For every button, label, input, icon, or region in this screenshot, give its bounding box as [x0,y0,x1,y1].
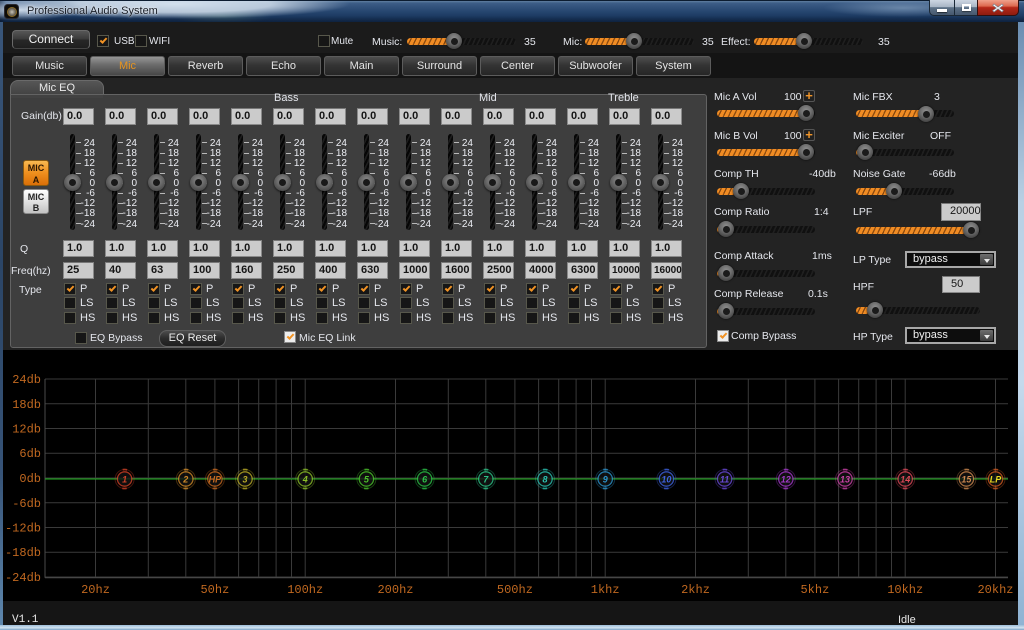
svg-text:-6db: -6db [12,497,41,511]
svg-text:6db: 6db [19,447,41,461]
svg-text:10: 10 [661,475,671,485]
svg-text:2khz: 2khz [681,583,710,597]
svg-text:-24db: -24db [5,571,41,585]
svg-text:1: 1 [122,475,127,485]
svg-text:8: 8 [542,475,547,485]
svg-text:18db: 18db [12,398,41,412]
svg-text:1khz: 1khz [591,583,620,597]
svg-text:0db: 0db [19,472,41,486]
svg-text:-18db: -18db [5,546,41,560]
svg-text:12: 12 [781,475,791,485]
svg-text:20hz: 20hz [81,583,110,597]
svg-text:13: 13 [840,475,850,485]
svg-text:4: 4 [302,475,308,485]
svg-text:500hz: 500hz [497,583,533,597]
svg-text:HP: HP [209,475,222,485]
svg-text:3: 3 [242,475,247,485]
svg-text:12db: 12db [12,423,41,437]
svg-text:14: 14 [900,475,910,485]
svg-text:-12db: -12db [5,522,41,536]
svg-text:100hz: 100hz [287,583,323,597]
svg-text:5khz: 5khz [800,583,829,597]
svg-text:LP: LP [990,475,1002,485]
svg-text:15: 15 [961,475,972,485]
svg-text:10khz: 10khz [887,583,923,597]
svg-text:50hz: 50hz [200,583,229,597]
svg-text:9: 9 [603,475,608,485]
svg-text:200hz: 200hz [377,583,413,597]
svg-text:2: 2 [182,475,188,485]
svg-text:20khz: 20khz [977,583,1013,597]
svg-text:11: 11 [720,475,729,485]
svg-text:24db: 24db [12,373,41,387]
